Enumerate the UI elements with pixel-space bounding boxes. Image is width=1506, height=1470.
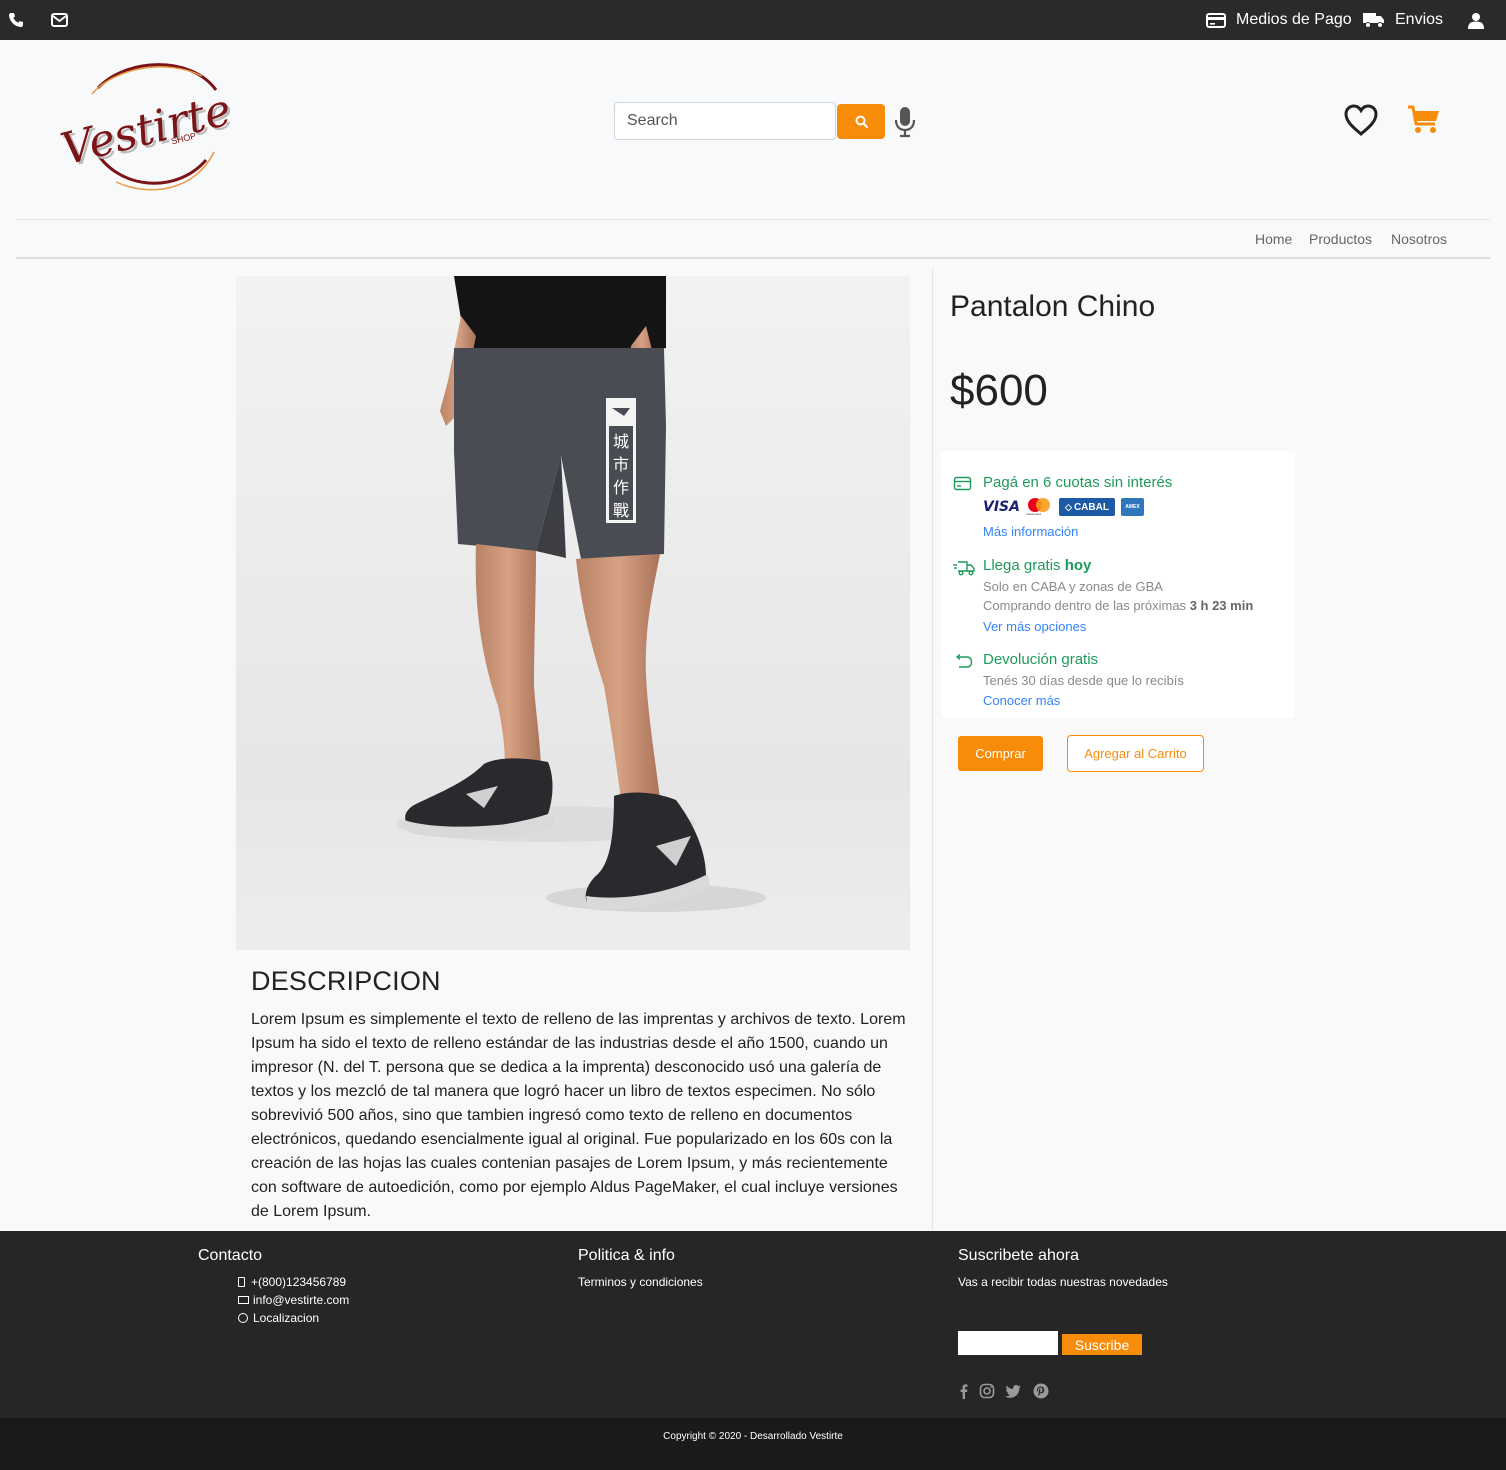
shipping-highlight: hoy xyxy=(1064,557,1092,574)
envelope-icon[interactable] xyxy=(49,10,69,30)
search-icon xyxy=(855,115,868,128)
shipping-subtitle: Solo en CABA y zonas de GBA xyxy=(983,579,1163,594)
subscribe-button[interactable]: Suscribe xyxy=(1062,1334,1142,1355)
buy-button[interactable]: Comprar xyxy=(958,736,1043,771)
credit-card-icon xyxy=(953,476,973,492)
vestirte-logo[interactable]: Vestirte Vestirte SHOP xyxy=(56,50,256,200)
nav-item-nosotros[interactable]: Nosotros xyxy=(1391,231,1447,247)
wishlist-heart-icon[interactable] xyxy=(1343,103,1379,137)
phone-icon[interactable] xyxy=(6,10,26,30)
truck-icon xyxy=(1363,13,1384,28)
location-icon xyxy=(238,1313,248,1323)
footer-terms-link[interactable]: Terminos y condiciones xyxy=(578,1275,703,1289)
installments-title: Pagá en 6 cuotas sin interés xyxy=(983,474,1173,491)
top-bar: Medios de Pago Envios xyxy=(0,0,1506,40)
shipping-time: Comprando dentro de las próximas 3 h 23 … xyxy=(983,598,1254,613)
footer-contact-title: Contacto xyxy=(198,1247,263,1264)
return-title: Devolución gratis xyxy=(983,651,1099,668)
search-input[interactable] xyxy=(614,102,836,140)
footer-subscribe-title: Suscribete ahora xyxy=(958,1247,1079,1264)
shorts-print-char: 作 xyxy=(612,478,629,497)
amex-logo: AMEX xyxy=(1121,498,1144,516)
return-learn-more-link[interactable]: Conocer más xyxy=(983,693,1060,708)
payment-methods-label: Medios de Pago xyxy=(1236,11,1352,28)
purchase-info-box: Pagá en 6 cuotas sin interés VISA master… xyxy=(941,451,1295,718)
shipping-link[interactable]: Envios xyxy=(1363,10,1443,30)
description-title: DESCRIPCION xyxy=(251,966,441,996)
mobile-icon xyxy=(238,1277,245,1287)
footer-phone[interactable]: +(800)123456789 xyxy=(238,1275,346,1289)
site-header: Vestirte Vestirte SHOP xyxy=(0,40,1506,205)
mastercard-logo: mastercard xyxy=(1025,497,1053,517)
description-text: Lorem Ipsum es simplemente el texto de r… xyxy=(251,1011,906,1220)
column-divider xyxy=(932,268,933,1230)
shipping-label: Envios xyxy=(1395,11,1444,28)
card-brands: VISA mastercard ◇ CABAL AMEX xyxy=(983,497,1144,517)
footer-location[interactable]: Localizacion xyxy=(238,1311,319,1325)
payment-methods-link[interactable]: Medios de Pago xyxy=(1206,10,1352,30)
return-arrow-icon xyxy=(953,653,973,670)
product-image: 城 市 作 戰 xyxy=(236,276,910,950)
instagram-icon[interactable] xyxy=(979,1383,995,1399)
footer-policy-title: Politica & info xyxy=(578,1247,675,1264)
shorts-print-char: 戰 xyxy=(612,501,629,520)
search-button[interactable] xyxy=(837,104,885,139)
shorts-print: 城 市 作 戰 xyxy=(609,430,633,522)
shorts-print-char: 市 xyxy=(612,455,629,474)
shorts-print-char: 城 xyxy=(612,432,629,451)
twitter-icon[interactable] xyxy=(1005,1383,1021,1399)
return-subtitle: Tenés 30 días desde que lo recibís xyxy=(983,673,1184,688)
microphone-icon[interactable] xyxy=(892,105,918,139)
cart-icon[interactable] xyxy=(1407,104,1441,136)
main-nav: Home Productos Nosotros xyxy=(16,219,1490,259)
nav-item-productos[interactable]: Productos xyxy=(1309,231,1372,247)
installments-more-info-link[interactable]: Más información xyxy=(983,524,1078,539)
visa-logo: VISA xyxy=(983,499,1020,515)
envelope-icon xyxy=(238,1296,249,1304)
shipping-title: Llega gratis hoy xyxy=(983,557,1092,574)
product-title: Pantalon Chino xyxy=(950,290,1156,323)
user-icon[interactable] xyxy=(1466,10,1486,30)
cabal-logo: ◇ CABAL xyxy=(1059,498,1115,516)
shipping-more-options-link[interactable]: Ver más opciones xyxy=(983,619,1086,634)
pinterest-icon[interactable] xyxy=(1033,1383,1049,1399)
product-price: $600 xyxy=(950,366,1048,415)
facebook-icon[interactable] xyxy=(956,1383,972,1399)
subscribe-email-input[interactable] xyxy=(958,1331,1058,1355)
credit-card-icon xyxy=(1206,12,1226,28)
nav-item-home[interactable]: Home xyxy=(1255,231,1292,247)
add-to-cart-button[interactable]: Agregar al Carrito xyxy=(1067,735,1204,772)
footer-email[interactable]: info@vestirte.com xyxy=(238,1293,349,1307)
copyright-text: Copyright © 2020 - Desarrollado Vestirte xyxy=(0,1418,1506,1470)
fast-shipping-icon xyxy=(953,560,975,576)
footer-subscribe-text: Vas a recibir todas nuestras novedades xyxy=(958,1275,1168,1289)
site-footer: Contacto +(800)123456789 info@vestirte.c… xyxy=(0,1231,1506,1418)
